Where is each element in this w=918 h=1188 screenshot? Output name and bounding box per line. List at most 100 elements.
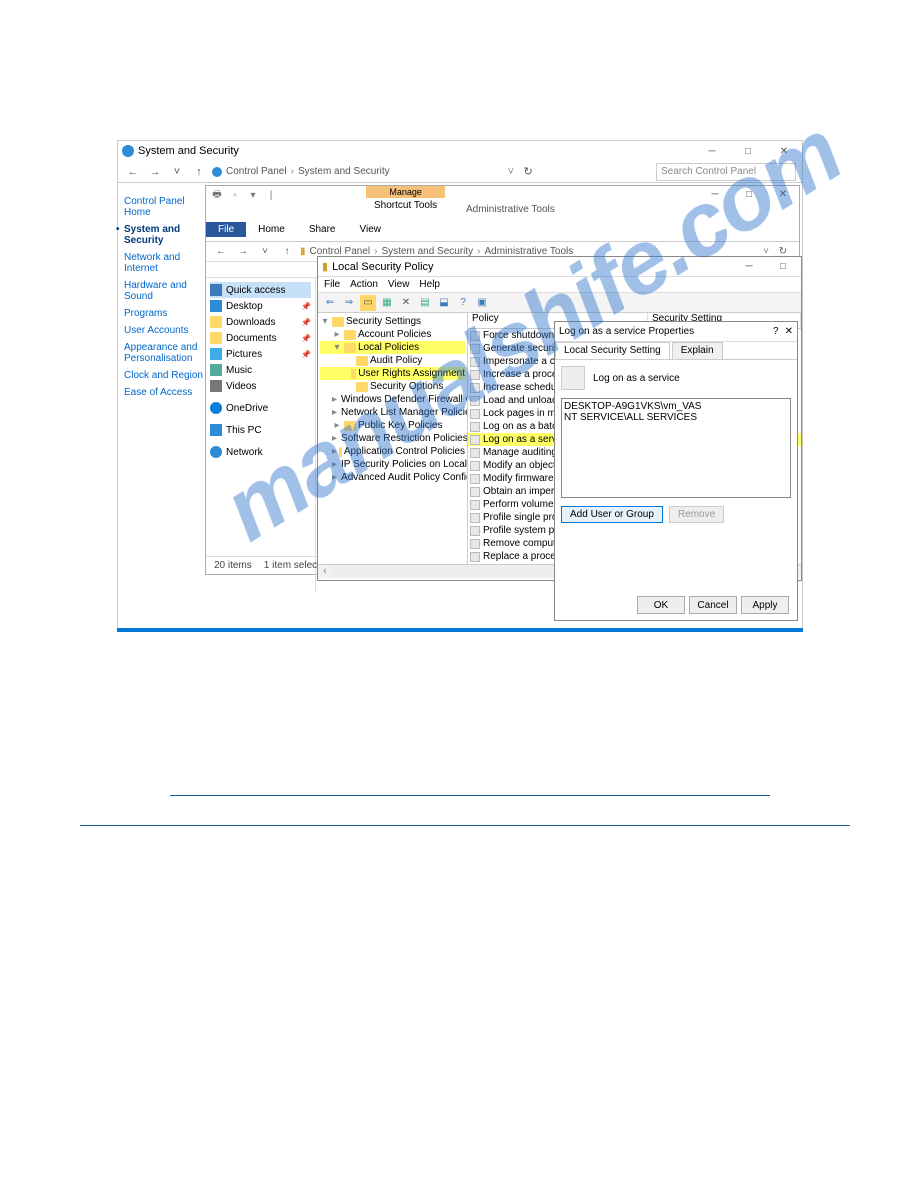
tab-file[interactable]: File <box>206 222 246 237</box>
maximize-button[interactable]: □ <box>735 186 763 202</box>
tab-shortcut-tools[interactable]: Shortcut Tools <box>366 198 445 213</box>
tab-local-security[interactable]: Local Security Setting <box>555 342 670 359</box>
maximize-button[interactable]: □ <box>734 143 762 159</box>
expand-icon[interactable]: ▸ <box>332 420 342 431</box>
apply-button[interactable]: Apply <box>741 596 789 614</box>
tree-item[interactable]: User Rights Assignment <box>320 367 465 380</box>
dropdown-icon[interactable]: ˅ <box>508 166 514 178</box>
tree-item[interactable]: ▸Software Restriction Policies <box>320 432 465 445</box>
nav-this-pc[interactable]: This PC <box>210 422 311 438</box>
expand-icon[interactable]: ▸ <box>332 446 337 457</box>
tree-item[interactable]: ▸Application Control Policies <box>320 445 465 458</box>
nav-desktop[interactable]: Desktop📌 <box>210 298 311 314</box>
refresh-icon[interactable]: ▣ <box>474 295 490 311</box>
up-button[interactable]: ˅ <box>168 163 186 181</box>
search-input[interactable]: Search Control Panel <box>656 163 796 181</box>
breadcrumb[interactable]: Control Panel › System and Security <box>226 166 390 177</box>
nav-videos[interactable]: Videos <box>210 378 311 394</box>
nav-onedrive[interactable]: OneDrive <box>210 400 311 416</box>
tree-item[interactable]: ▸Public Key Policies <box>320 419 465 432</box>
up-icon[interactable]: ▭ <box>360 295 376 311</box>
expand-icon[interactable]: ▾ <box>332 342 342 353</box>
close-button[interactable]: ✕ <box>785 326 793 337</box>
sidebar-item-hardware[interactable]: Hardware and Sound <box>124 277 214 305</box>
list-item[interactable]: NT SERVICE\ALL SERVICES <box>564 412 788 423</box>
policy-icon <box>470 448 480 458</box>
sidebar-item-appearance[interactable]: Appearance and Personalisation <box>124 339 214 367</box>
forward-button[interactable]: → <box>146 163 164 181</box>
tab-explain[interactable]: Explain <box>672 342 723 359</box>
nav-downloads[interactable]: Downloads📌 <box>210 314 311 330</box>
collapse-icon[interactable]: ▾ <box>320 316 330 327</box>
delete-icon[interactable]: ✕ <box>398 295 414 311</box>
tree-item[interactable]: ▸Network List Manager Policies <box>320 406 465 419</box>
tree-item[interactable]: ▸Windows Defender Firewall with Adva <box>320 393 465 406</box>
tree-item[interactable]: Audit Policy <box>320 354 465 367</box>
tab-share[interactable]: Share <box>297 222 348 237</box>
scroll-left-icon[interactable]: ‹ <box>318 565 332 578</box>
minimize-button[interactable]: ─ <box>698 143 726 159</box>
menu-action[interactable]: Action <box>350 279 378 290</box>
ok-button[interactable]: OK <box>637 596 685 614</box>
tab-view[interactable]: View <box>348 222 394 237</box>
up-dir-button[interactable]: ↑ <box>190 163 208 181</box>
folder-icon[interactable]: ▫ <box>228 188 242 202</box>
add-user-button[interactable]: Add User or Group <box>561 506 663 523</box>
back-button[interactable]: ← <box>124 163 142 181</box>
breadcrumb-item[interactable]: System and Security <box>298 166 390 177</box>
expand-icon[interactable]: ▸ <box>332 394 337 405</box>
sidebar-item-home[interactable]: Control Panel Home <box>124 193 214 221</box>
nav-quick-access[interactable]: Quick access <box>210 282 311 298</box>
list-item[interactable]: DESKTOP-A9G1VKS\vm_VAS <box>564 401 788 412</box>
expand-icon[interactable]: ▸ <box>332 433 337 444</box>
tree-item[interactable]: Security Options <box>320 380 465 393</box>
properties-icon[interactable]: ▤ <box>417 295 433 311</box>
recent-button[interactable]: ˅ <box>256 243 274 261</box>
sidebar-item-users[interactable]: User Accounts <box>124 322 214 339</box>
maximize-button[interactable]: □ <box>769 259 797 275</box>
users-listbox[interactable]: DESKTOP-A9G1VKS\vm_VAS NT SERVICE\ALL SE… <box>561 398 791 498</box>
sidebar-item-network[interactable]: Network and Internet <box>124 249 214 277</box>
sidebar-item-ease[interactable]: Ease of Access <box>124 384 214 401</box>
folder-icon <box>344 330 356 340</box>
close-button[interactable]: ✕ <box>770 143 798 159</box>
back-button[interactable]: ← <box>212 243 230 261</box>
close-button[interactable]: ✕ <box>769 186 797 202</box>
sidebar-item-clock[interactable]: Clock and Region <box>124 367 214 384</box>
back-icon[interactable]: ⇐ <box>322 295 338 311</box>
tree-icon[interactable]: ▦ <box>379 295 395 311</box>
sidebar-item-programs[interactable]: Programs <box>124 305 214 322</box>
forward-button[interactable]: → <box>234 243 252 261</box>
expand-icon[interactable]: ▸ <box>332 472 337 483</box>
tree-item[interactable]: ▾Local Policies <box>320 341 465 354</box>
export-icon[interactable]: ⬓ <box>436 295 452 311</box>
nav-music[interactable]: Music <box>210 362 311 378</box>
minimize-button[interactable]: ─ <box>701 186 729 202</box>
minimize-button[interactable]: ─ <box>735 259 763 275</box>
nav-pictures[interactable]: Pictures📌 <box>210 346 311 362</box>
nav-network[interactable]: Network <box>210 444 311 460</box>
refresh-button[interactable]: ↻ <box>518 165 538 178</box>
forward-icon[interactable]: ⇒ <box>341 295 357 311</box>
cancel-button[interactable]: Cancel <box>689 596 737 614</box>
print-icon[interactable]: 🖶 <box>210 188 224 202</box>
tree-item[interactable]: ▸Advanced Audit Policy Configuration <box>320 471 465 484</box>
menu-view[interactable]: View <box>388 279 410 290</box>
menu-help[interactable]: Help <box>419 279 440 290</box>
taskbar[interactable] <box>117 628 803 632</box>
sidebar-item-system-security[interactable]: System and Security <box>124 221 214 249</box>
menu-file[interactable]: File <box>324 279 340 290</box>
tab-home[interactable]: Home <box>246 222 297 237</box>
up-button[interactable]: ↑ <box>278 243 296 261</box>
tree-item[interactable]: ▸IP Security Policies on Local Compute <box>320 458 465 471</box>
nav-documents[interactable]: Documents📌 <box>210 330 311 346</box>
expand-icon[interactable]: ▸ <box>332 459 337 470</box>
down-icon[interactable]: ▾ <box>246 188 260 202</box>
expand-icon[interactable]: ▸ <box>332 407 337 418</box>
expand-icon[interactable]: ▸ <box>332 329 342 340</box>
breadcrumb-item[interactable]: Control Panel <box>226 166 287 177</box>
tree-item[interactable]: ▸Account Policies <box>320 328 465 341</box>
help-icon[interactable]: ? <box>455 295 471 311</box>
tree-root[interactable]: ▾Security Settings <box>320 315 465 328</box>
help-button[interactable]: ? <box>773 326 779 337</box>
